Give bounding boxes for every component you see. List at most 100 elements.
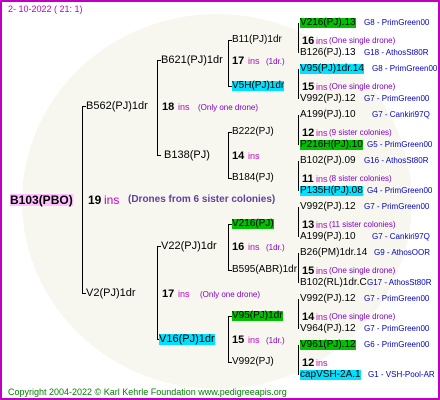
- affiliation-g4-1: G8 - PrimGreen00: [364, 18, 430, 27]
- date-stamp: 2- 10-2022 ( 21: 1): [8, 4, 83, 14]
- line: [82, 106, 83, 294]
- queen-g4-16[interactable]: capVSH-2A.1: [300, 370, 361, 380]
- ins-g1-top: ins: [178, 102, 190, 112]
- note-g2-4: (1dr.): [266, 336, 285, 345]
- affiliation-g4-3: G8 - PrimGreen00: [372, 64, 438, 73]
- queen-g4-15[interactable]: V961(PJ).12: [300, 340, 356, 350]
- root-queen[interactable]: B103(PBO): [10, 194, 73, 206]
- queen-g3-5[interactable]: V216(PJ): [232, 219, 274, 229]
- line: [228, 132, 229, 178]
- line: [228, 316, 229, 362]
- root-ins: ins: [104, 193, 120, 207]
- gen-g3-2: 15: [302, 81, 315, 93]
- copyright-footer: Copyright 2004-2022 © Karl Kehrle Founda…: [8, 387, 287, 397]
- note-g2-3: (1dr.): [266, 243, 285, 252]
- queen-g4-10[interactable]: A199(PJ).10: [300, 232, 356, 242]
- affiliation-g4-13: G7 - PrimGreen00: [364, 294, 430, 303]
- line: [228, 40, 229, 86]
- queen-g4-5[interactable]: A199(PJ).10: [300, 110, 356, 120]
- affiliation-g4-7: G16 - AthosSt80R: [364, 156, 429, 165]
- queen-g4-2[interactable]: B126(PJ).13: [300, 48, 356, 58]
- affiliation-g4-11: G9 - AthosOOR: [374, 248, 431, 257]
- line: [157, 60, 158, 155]
- queen-g4-9[interactable]: V992(PJ).12: [300, 202, 356, 212]
- queen-g3-1[interactable]: B11(PJ)1dr: [232, 35, 282, 45]
- note-g3-3: (9 sister colonies): [329, 128, 392, 137]
- ins-g2-4: ins: [248, 335, 260, 345]
- queen-g3-3[interactable]: B222(PJ): [232, 127, 274, 137]
- queen-g2-2[interactable]: B138(PJ): [164, 150, 210, 161]
- pedigree-frame: 2- 10-2022 ( 21: 1) Copyright 2004-2022 …: [0, 0, 440, 400]
- queen-g3-8[interactable]: V992(PJ): [232, 357, 274, 367]
- ins-g3-8: ins: [316, 358, 328, 368]
- ins-g3-3: ins: [316, 128, 328, 138]
- ins-g3-5: ins: [316, 220, 328, 230]
- ins-g3-2: ins: [316, 82, 328, 92]
- queen-g4-3[interactable]: V95(PJ)1dr.14: [300, 64, 364, 74]
- queen-g4-6[interactable]: P216H(PJ).10: [300, 140, 363, 150]
- queen-g3-4[interactable]: B184(PJ): [232, 173, 274, 183]
- line: [157, 246, 158, 340]
- note-g3-4: (8 sister colonies): [329, 174, 392, 183]
- queen-g4-8[interactable]: P135H(PJ).08: [300, 186, 363, 196]
- affiliation-g4-10: G7 - Cankiri97Q: [372, 232, 430, 241]
- line: [228, 224, 229, 271]
- ins-g2-2: ins: [248, 151, 260, 161]
- line: [298, 161, 299, 191]
- note-g1-top: (Only one drone): [198, 103, 259, 112]
- affiliation-g4-14: G7 - PrimGreen00: [364, 324, 430, 333]
- note-g3-5: (11 sister colonies): [329, 220, 396, 229]
- queen-g4-11[interactable]: B26(PM)1dr.14: [300, 248, 367, 258]
- line: [298, 345, 299, 375]
- affiliation-g4-6: G5 - PrimGreen00: [367, 140, 433, 149]
- note-g3-6: (One single drone): [329, 266, 396, 275]
- affiliation-g4-15: G6 - PrimGreen00: [364, 340, 430, 349]
- queen-g2-4[interactable]: V16(PJ)1dr: [159, 334, 215, 345]
- line: [298, 23, 299, 53]
- line: [298, 253, 299, 283]
- gen-g3-5: 13: [302, 219, 315, 231]
- queen-g1-top[interactable]: B562(PJ)1dr: [86, 101, 148, 112]
- line: [157, 155, 161, 156]
- line: [298, 115, 299, 145]
- gen-g1-bottom: 17: [162, 288, 175, 300]
- queen-g3-2[interactable]: V5H(PJ)1dr: [232, 81, 285, 91]
- affiliation-g4-16: G1 - VSH-Pool-AR: [368, 370, 435, 379]
- ins-g2-3: ins: [248, 242, 260, 252]
- note-g1-bottom: (Only one drone): [200, 290, 261, 299]
- ins-g2-1: ins: [248, 56, 260, 66]
- gen-g2-1: 17: [232, 55, 245, 67]
- queen-g4-4[interactable]: V992(PJ).12: [300, 94, 356, 104]
- queen-g4-1[interactable]: V216(PJ).13: [300, 18, 356, 28]
- gen-g3-1: 16: [302, 35, 315, 47]
- gen-g3-7: 14: [302, 311, 315, 323]
- line: [298, 207, 299, 237]
- queen-g1-bottom[interactable]: V2(PJ)1dr: [86, 288, 136, 299]
- affiliation-g4-12: G17 - AthosSt80R: [367, 278, 432, 287]
- queen-g4-14[interactable]: V964(PJ).12: [300, 324, 356, 334]
- line: [298, 69, 299, 99]
- queen-g3-7[interactable]: V95(PJ)1dr: [232, 311, 283, 321]
- ins-g3-6: ins: [316, 266, 328, 276]
- gen-g3-8: 12: [302, 357, 315, 369]
- gen-g1-top: 18: [162, 101, 175, 113]
- ins-g1-bottom: ins: [178, 289, 190, 299]
- affiliation-g4-8: G4 - PrimGreen00: [367, 186, 433, 195]
- note-g3-1: (One single drone): [329, 36, 396, 45]
- gen-g3-4: 11: [302, 173, 314, 185]
- queen-g2-1[interactable]: B621(PJ)1dr: [161, 55, 223, 66]
- affiliation-g4-2: G18 - AthosSt80R: [364, 48, 429, 57]
- queen-g4-13[interactable]: V992(PJ).12: [300, 294, 356, 304]
- gen-g2-2: 14: [232, 150, 245, 162]
- root-gen: 19: [88, 193, 102, 207]
- root-note: (Drones from 6 sister colonies): [128, 194, 276, 205]
- ins-g3-1: ins: [316, 36, 328, 46]
- queen-g2-3[interactable]: V22(PJ)1dr: [161, 241, 217, 252]
- note-g3-7: (One single drone): [329, 312, 396, 321]
- affiliation-g4-4: G7 - PrimGreen00: [364, 94, 430, 103]
- line: [298, 299, 299, 329]
- queen-g3-6[interactable]: B595(ABR)1dr: [232, 265, 297, 275]
- affiliation-g4-5: G7 - Cankiri97Q: [372, 110, 430, 119]
- queen-g4-12[interactable]: B102(RL)1dr.C: [300, 278, 367, 288]
- queen-g4-7[interactable]: B102(PJ).09: [300, 156, 356, 166]
